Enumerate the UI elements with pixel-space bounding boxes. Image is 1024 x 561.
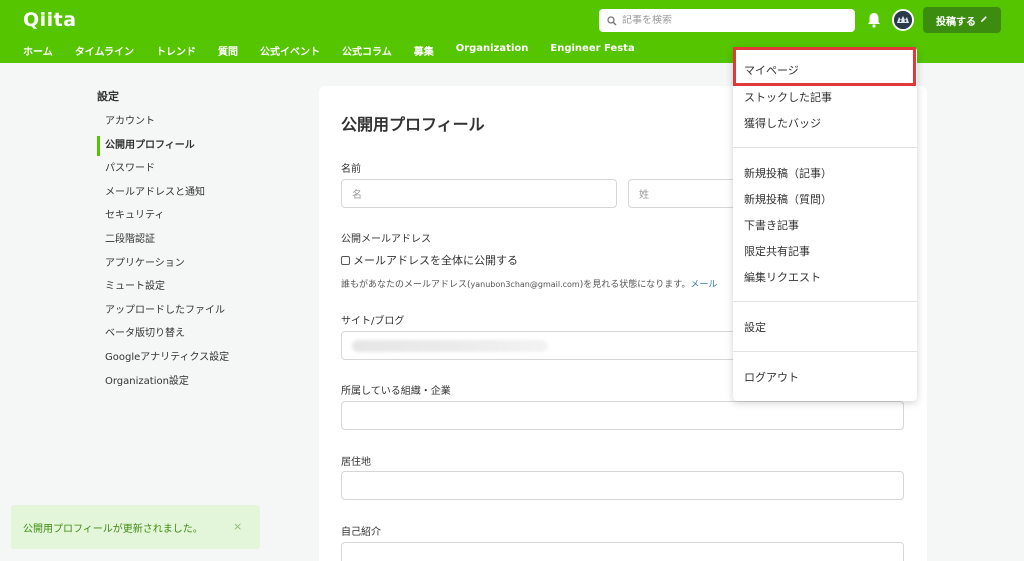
- sidebar-item-password[interactable]: パスワード: [97, 161, 277, 185]
- location-field[interactable]: [341, 471, 904, 500]
- menu-item-logout[interactable]: ログアウト: [744, 369, 799, 385]
- sidebar-item-google-analytics[interactable]: Googleアナリティクス設定: [97, 350, 277, 374]
- sidebar-item-applications[interactable]: アプリケーション: [97, 256, 277, 280]
- menu-item-settings[interactable]: 設定: [744, 319, 766, 335]
- user-avatar[interactable]: [892, 9, 914, 31]
- success-toast: 公開用プロフィールが更新されました。 ×: [11, 505, 260, 549]
- qiita-logo[interactable]: Qiita: [23, 9, 77, 31]
- bio-label: 自己紹介: [341, 527, 381, 538]
- sidebar-item-uploaded-files[interactable]: アップロードしたファイル: [97, 303, 277, 327]
- post-button[interactable]: 投稿する: [923, 7, 1001, 33]
- sidebar-title: 設定: [97, 90, 119, 103]
- menu-item-edit-requests[interactable]: 編集リクエスト: [744, 269, 821, 285]
- menu-divider: [733, 351, 917, 352]
- sidebar-item-security[interactable]: セキュリティ: [97, 208, 277, 232]
- bio-field[interactable]: [341, 542, 904, 561]
- nav-recruit[interactable]: 募集: [414, 43, 434, 58]
- close-icon[interactable]: ×: [233, 520, 242, 533]
- site-label: サイト/ブログ: [341, 316, 405, 327]
- sidebar-item-two-factor[interactable]: 二段階認証: [97, 232, 277, 256]
- blurred-site-value: [352, 339, 548, 352]
- menu-divider: [733, 147, 917, 148]
- email-hint-address: yanubon3chan@gmail.com: [470, 280, 580, 289]
- public-email-checkbox[interactable]: [341, 255, 350, 265]
- name-label: 名前: [341, 164, 361, 175]
- sidebar-item-beta[interactable]: ベータ版切り替え: [97, 326, 277, 350]
- search-input[interactable]: [622, 15, 842, 26]
- menu-divider: [733, 301, 917, 302]
- sidebar-item-mute[interactable]: ミュート設定: [97, 279, 277, 303]
- first-name-field[interactable]: 名: [341, 179, 617, 208]
- organization-field[interactable]: [341, 401, 904, 430]
- location-label: 居住地: [341, 457, 371, 468]
- nav-questions[interactable]: 質問: [218, 43, 238, 58]
- email-hint-text: 誰もがあなたのメールアドレス(: [341, 280, 471, 290]
- organization-label: 所属している組織・企業: [341, 386, 451, 397]
- nav-engineer-festa[interactable]: Engineer Festa: [550, 43, 634, 58]
- nav-official-events[interactable]: 公式イベント: [260, 43, 320, 58]
- nav-organization[interactable]: Organization: [456, 43, 529, 58]
- global-nav: ホーム タイムライン トレンド 質問 公式イベント 公式コラム 募集 Organ…: [23, 43, 657, 58]
- nav-trend[interactable]: トレンド: [156, 43, 196, 58]
- menu-item-new-question[interactable]: 新規投稿（質問）: [744, 191, 832, 207]
- pencil-icon: [980, 15, 988, 26]
- menu-item-my-page[interactable]: マイページ: [744, 62, 799, 78]
- notification-bell-icon[interactable]: [866, 11, 882, 29]
- email-hint-link[interactable]: メール: [690, 280, 717, 290]
- menu-item-stocked-articles[interactable]: ストックした記事: [744, 89, 832, 105]
- nav-timeline[interactable]: タイムライン: [75, 43, 134, 58]
- email-hint-text-after: )を見れる状態になります。: [579, 280, 691, 290]
- toast-message: 公開用プロフィールが更新されました。: [23, 523, 203, 535]
- sidebar-item-organization[interactable]: Organization設定: [97, 374, 277, 398]
- search-icon: [606, 15, 618, 27]
- nav-home[interactable]: ホーム: [23, 43, 53, 58]
- email-hint: 誰もがあなたのメールアドレス(yanubon3chan@gmail.com)を見…: [341, 277, 717, 290]
- sidebar-item-account[interactable]: アカウント: [97, 114, 277, 138]
- menu-item-limited-shared[interactable]: 限定共有記事: [744, 243, 810, 259]
- page-title: 公開用プロフィール: [341, 115, 485, 134]
- sidebar-item-public-profile[interactable]: 公開用プロフィール: [97, 135, 277, 162]
- public-email-label: 公開メールアドレス: [341, 234, 431, 245]
- post-button-label: 投稿する: [936, 16, 976, 28]
- nav-official-columns[interactable]: 公式コラム: [342, 43, 392, 58]
- menu-item-new-article[interactable]: 新規投稿（記事）: [744, 165, 832, 181]
- public-email-checkbox-label[interactable]: メールアドレスを全体に公開する: [353, 252, 518, 268]
- menu-item-badges[interactable]: 獲得したバッジ: [744, 115, 821, 131]
- public-email-checkbox-row[interactable]: メールアドレスを全体に公開する: [341, 252, 518, 268]
- search-box[interactable]: [599, 9, 855, 32]
- first-name-placeholder: 名: [352, 190, 362, 201]
- sidebar-item-email-notifications[interactable]: メールアドレスと通知: [97, 185, 277, 209]
- user-dropdown-menu: マイページ ストックした記事 獲得したバッジ 新規投稿（記事） 新規投稿（質問）…: [733, 47, 917, 401]
- settings-sidebar: 設定 アカウント 公開用プロフィール パスワード メールアドレスと通知 セキュリ…: [97, 88, 277, 397]
- last-name-placeholder: 姓: [639, 190, 649, 201]
- menu-item-drafts[interactable]: 下書き記事: [744, 217, 799, 233]
